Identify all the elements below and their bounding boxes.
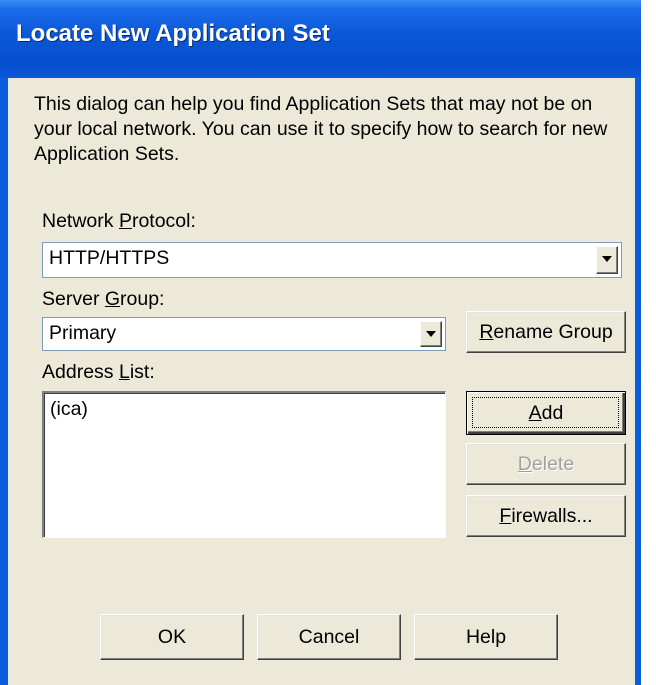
help-button[interactable]: Help [414,614,558,660]
address-list-label: Address List: [42,361,155,383]
intro-text: This dialog can help you find Applicatio… [34,93,608,165]
title-bar[interactable]: Locate New Application Set [0,0,641,78]
network-protocol-label: Network Protocol: [42,210,196,232]
network-protocol-value: HTTP/HTTPS [49,247,170,269]
ok-button[interactable]: OK [100,614,244,660]
server-group-dropdown[interactable]: Primary [42,317,446,351]
delete-button[interactable]: Delete [466,443,626,485]
network-protocol-dropdown[interactable]: HTTP/HTTPS [42,242,622,278]
firewalls-button[interactable]: Firewalls... [466,495,626,537]
dialog-client-area: This dialog can help you find Applicatio… [8,78,635,685]
add-button[interactable]: Add [466,391,626,435]
server-group-label: Server Group: [42,288,165,310]
list-item[interactable]: (ica) [50,398,88,421]
chevron-down-icon[interactable] [420,321,442,347]
window-title: Locate New Application Set [16,20,330,47]
address-listbox[interactable]: (ica) [42,391,446,538]
cancel-button[interactable]: Cancel [257,614,401,660]
dialog-window: Locate New Application Set This dialog c… [0,0,641,685]
chevron-down-icon[interactable] [596,246,618,274]
rename-group-button[interactable]: Rename Group [466,311,626,353]
server-group-value: Primary [49,322,117,344]
